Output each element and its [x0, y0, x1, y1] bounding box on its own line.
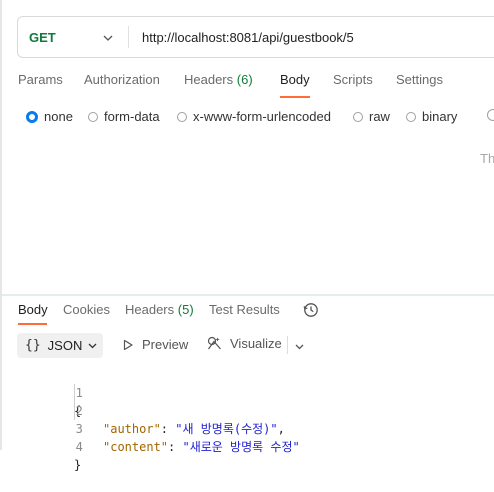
method-select[interactable]: GET — [18, 17, 128, 57]
radio-raw-label: raw — [369, 109, 390, 124]
visualize-chevron-down-icon[interactable] — [294, 341, 305, 352]
tab-scripts[interactable]: Scripts — [333, 72, 373, 87]
radio-form-data[interactable]: form-data — [88, 109, 160, 124]
response-tab-headers-label: Headers — [125, 302, 175, 317]
radio-urlencoded-label: x-www-form-urlencoded — [193, 109, 331, 124]
code-line: 4 } — [0, 420, 494, 472]
history-icon[interactable] — [303, 302, 319, 318]
tab-body[interactable]: Body — [280, 72, 310, 87]
active-tab-indicator — [280, 96, 310, 98]
visualize-label: Visualize — [230, 336, 282, 351]
response-tab-headers[interactable]: Headers (5) — [125, 302, 194, 317]
tab-headers-label: Headers — [184, 72, 234, 87]
visualize-separator — [287, 336, 288, 354]
tab-params[interactable]: Params — [18, 72, 63, 87]
response-active-tab-indicator — [18, 323, 47, 325]
radio-form-data-label: form-data — [104, 109, 160, 124]
response-tab-headers-count: (5) — [177, 302, 194, 317]
code-text: } — [74, 458, 82, 472]
tab-headers[interactable]: Headers (6) — [184, 72, 253, 87]
tab-authorization[interactable]: Authorization — [84, 72, 160, 87]
tab-headers-count: (6) — [236, 72, 253, 87]
code-text: "content": "새로운 방명록 수정" — [103, 440, 300, 454]
radio-none-label: none — [44, 109, 73, 124]
line-number: 4 — [75, 440, 83, 454]
url-bar: GET http://localhost:8081/api/guestbook/… — [17, 16, 494, 58]
pane-divider[interactable] — [2, 294, 494, 296]
radio-binary-label: binary — [422, 109, 458, 124]
tab-settings[interactable]: Settings — [396, 72, 443, 87]
radio-icon — [406, 111, 416, 122]
response-format-select[interactable]: {} JSON — [17, 333, 103, 358]
code-line: 1 { — [0, 366, 494, 418]
radio-selected-icon — [26, 110, 38, 123]
radio-icon — [177, 111, 187, 122]
url-input[interactable]: http://localhost:8081/api/guestbook/5 — [129, 30, 354, 45]
method-label: GET — [29, 29, 56, 45]
json-braces-icon: {} — [25, 338, 41, 353]
radio-icon — [353, 111, 363, 122]
radio-x-www-form-urlencoded[interactable]: x-www-form-urlencoded — [177, 109, 331, 124]
json-value: "새로운 방명록 수정" — [182, 440, 300, 454]
response-tab-body[interactable]: Body — [18, 302, 48, 317]
response-tab-cookies[interactable]: Cookies — [63, 302, 110, 317]
response-tab-test-results[interactable]: Test Results — [209, 302, 280, 317]
radio-graphql-partial[interactable] — [487, 109, 494, 121]
preview-button[interactable]: Preview — [122, 337, 188, 352]
response-format-label: JSON — [47, 338, 83, 353]
visualize-icon — [207, 336, 221, 350]
chevron-down-icon — [88, 343, 97, 349]
radio-icon — [88, 111, 98, 122]
chevron-down-icon — [103, 35, 113, 41]
radio-binary[interactable]: binary — [406, 109, 457, 124]
json-key: "content" — [103, 440, 169, 454]
code-line: 3 "content": "새로운 방명록 수정" — [0, 402, 494, 454]
radio-none[interactable]: none — [26, 109, 73, 124]
visualize-button[interactable]: Visualize — [207, 336, 282, 351]
body-empty-hint: Th — [480, 151, 494, 166]
radio-raw[interactable]: raw — [353, 109, 390, 124]
play-icon — [123, 339, 133, 350]
code-line: 2 "author": "새 방명록(수정)", — [0, 384, 494, 436]
preview-label: Preview — [142, 337, 189, 352]
